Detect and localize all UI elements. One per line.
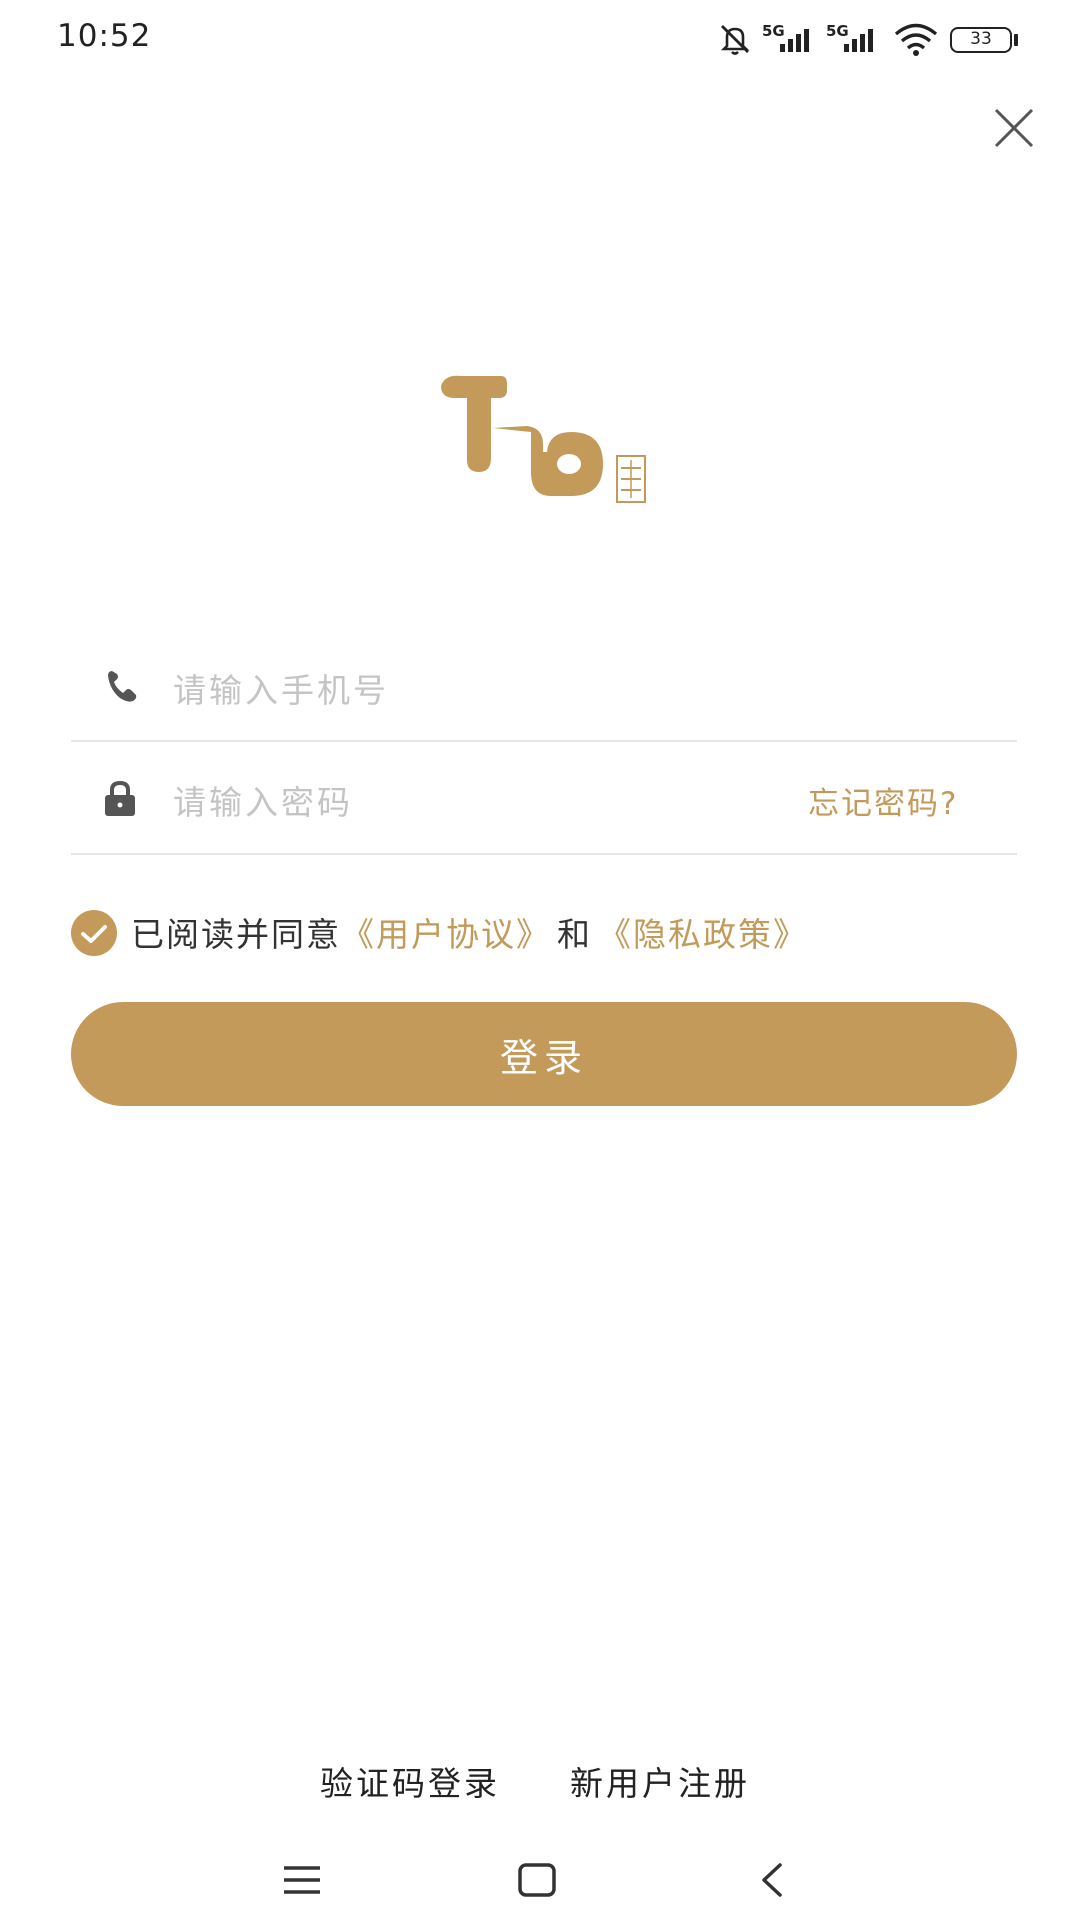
battery-tip xyxy=(1014,34,1018,46)
app-logo xyxy=(441,375,646,503)
agreement-checkbox[interactable] xyxy=(71,910,117,956)
agreement-and: 和 xyxy=(557,915,592,954)
battery-icon: 33 xyxy=(950,27,1012,53)
close-icon[interactable] xyxy=(992,106,1036,150)
divider xyxy=(71,853,1017,855)
back-icon[interactable] xyxy=(758,1862,788,1898)
mute-icon xyxy=(720,25,750,55)
home-icon[interactable] xyxy=(517,1862,557,1898)
login-button[interactable]: 登录 xyxy=(71,1002,1017,1106)
agreement-text: 已阅读并同意《用户协议》和《隐私政策》 xyxy=(131,908,808,956)
signal-icon xyxy=(844,29,873,52)
privacy-policy-link[interactable]: 《隐私政策》 xyxy=(598,915,808,954)
divider xyxy=(71,740,1017,742)
user-agreement-link[interactable]: 《用户协议》 xyxy=(341,915,551,954)
battery-level: 33 xyxy=(970,29,992,49)
register-link[interactable]: 新用户注册 xyxy=(570,1757,750,1805)
password-input[interactable] xyxy=(173,772,773,832)
sms-login-link[interactable]: 验证码登录 xyxy=(320,1757,500,1805)
phone-number-input[interactable] xyxy=(173,660,973,720)
signal-icon xyxy=(780,29,809,52)
phone-icon xyxy=(108,671,137,702)
agreement-prefix: 已阅读并同意 xyxy=(131,915,341,954)
wifi-icon xyxy=(894,23,938,56)
checkmark-icon xyxy=(81,925,107,943)
lock-icon xyxy=(105,780,135,816)
forgot-password-link[interactable]: 忘记密码? xyxy=(808,778,958,823)
status-time: 10:52 xyxy=(57,18,152,54)
menu-icon[interactable] xyxy=(282,1862,322,1898)
